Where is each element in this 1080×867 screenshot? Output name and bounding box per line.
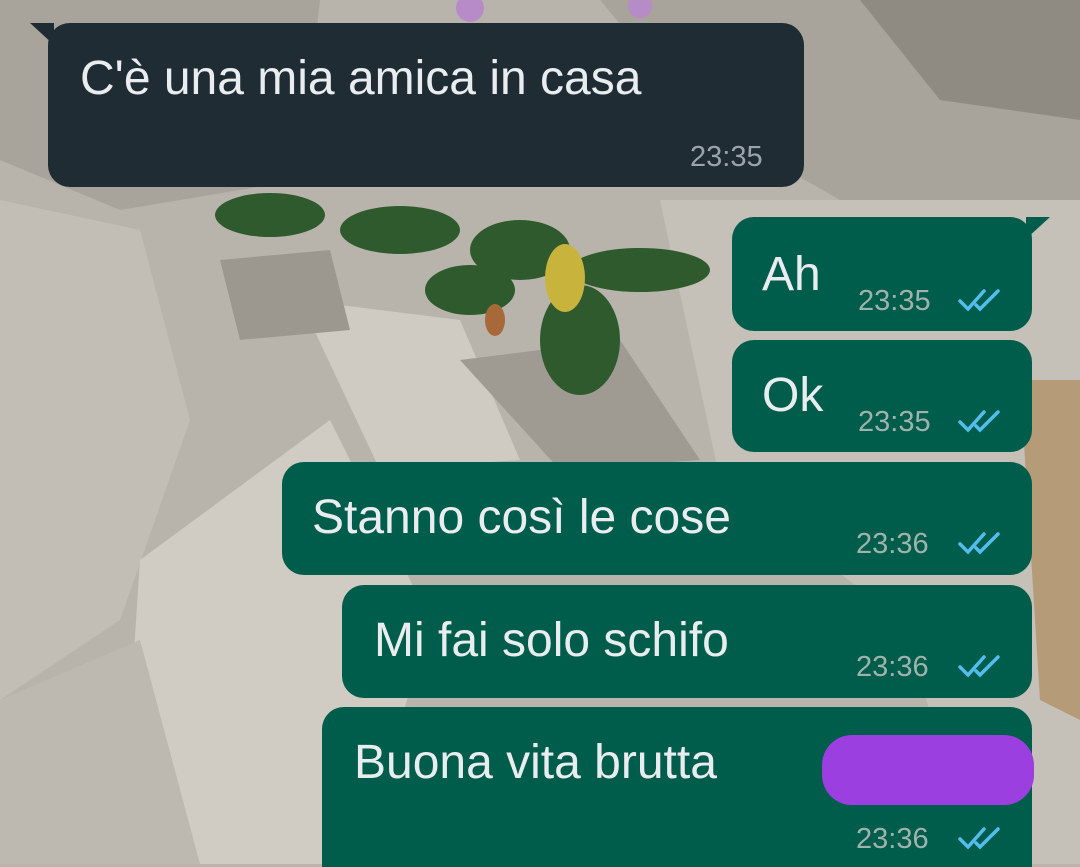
message-time: 23:36 bbox=[856, 651, 929, 683]
message-text: Stanno così le cose bbox=[312, 491, 731, 544]
message-time: 23:36 bbox=[856, 528, 929, 560]
message-bubble-outgoing[interactable]: Stanno così le cose 23:36 bbox=[282, 462, 1032, 575]
message-time: 23:35 bbox=[690, 141, 763, 173]
message-bubble-outgoing[interactable]: Buona vita brutta 23:36 bbox=[322, 707, 1034, 867]
bubble-tail bbox=[30, 23, 54, 45]
message-bubble-outgoing[interactable]: Ok 23:35 bbox=[732, 340, 1032, 452]
redaction-mark bbox=[822, 735, 1034, 805]
message-text: C'è una mia amica in casa bbox=[80, 52, 642, 105]
bubble-tail bbox=[1026, 217, 1050, 239]
message-bubble-incoming[interactable]: C'è una mia amica in casa 23:35 bbox=[30, 23, 804, 187]
double-check-read-icon bbox=[958, 410, 1000, 433]
message-text: Buona vita brutta bbox=[354, 736, 717, 789]
message-time: 23:35 bbox=[858, 285, 931, 317]
message-text: Ah bbox=[762, 248, 821, 301]
double-check-read-icon bbox=[958, 532, 1000, 555]
double-check-read-icon bbox=[958, 655, 1000, 678]
message-time: 23:35 bbox=[858, 406, 931, 438]
double-check-read-icon bbox=[958, 827, 1000, 850]
message-bubble-outgoing[interactable]: Mi fai solo schifo 23:36 bbox=[342, 585, 1032, 698]
double-check-read-icon bbox=[958, 289, 1000, 312]
message-time: 23:36 bbox=[856, 823, 929, 855]
message-bubble-outgoing[interactable]: Ah 23:35 bbox=[732, 217, 1050, 331]
message-text: Ok bbox=[762, 369, 824, 422]
message-text: Mi fai solo schifo bbox=[374, 614, 729, 667]
